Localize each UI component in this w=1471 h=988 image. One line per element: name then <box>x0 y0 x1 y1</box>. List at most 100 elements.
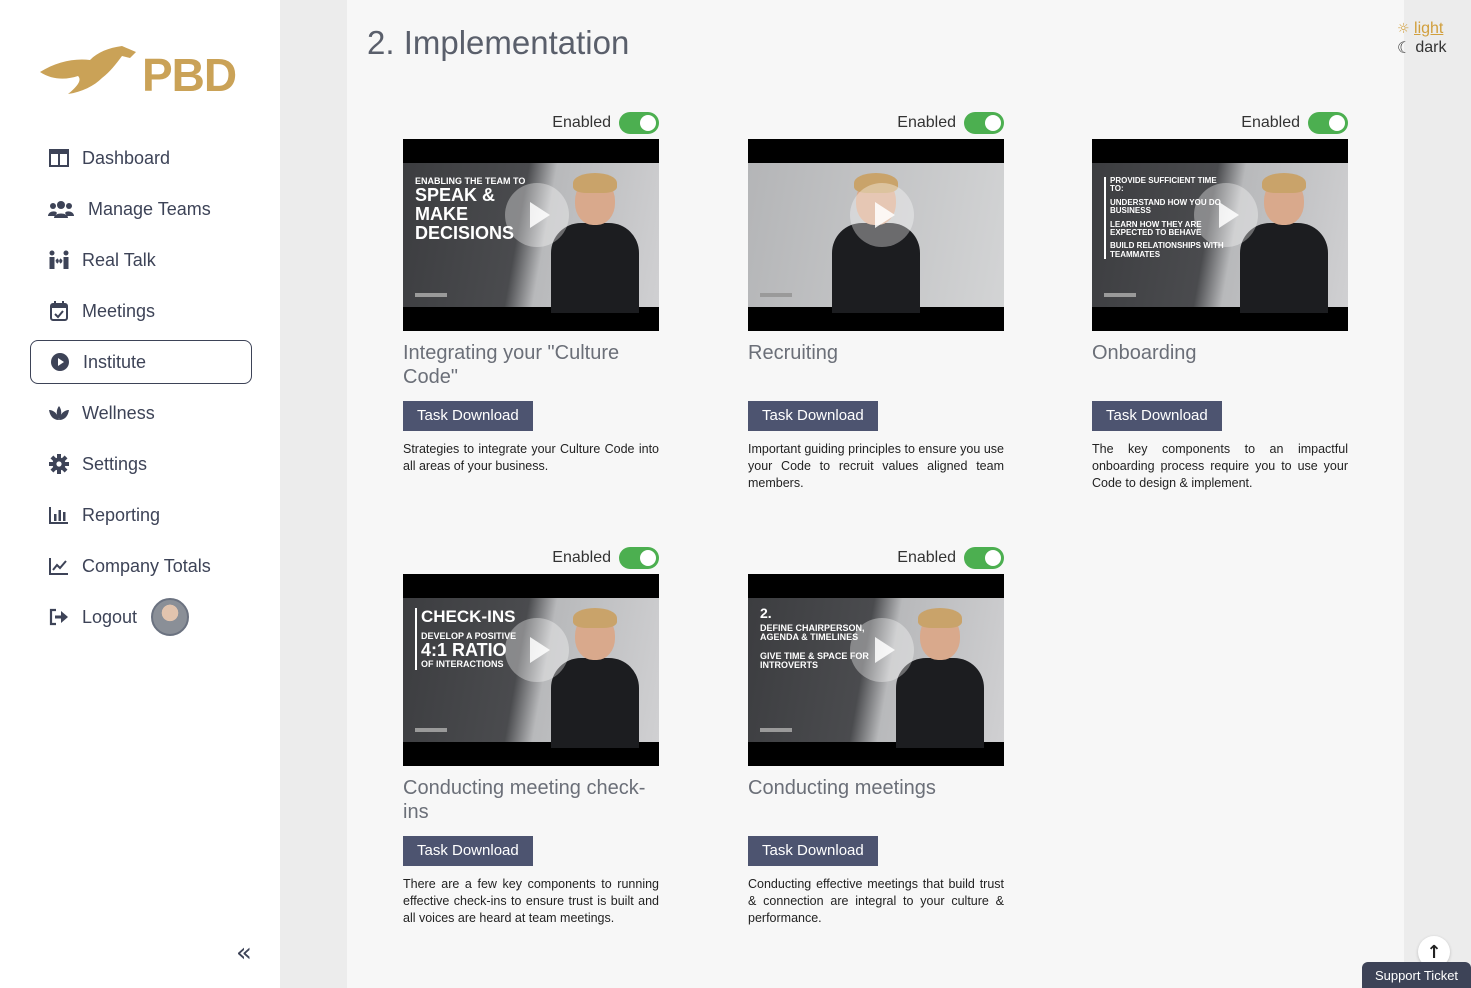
sun-icon: ☼ <box>1397 21 1410 37</box>
card-description: Important guiding principles to ensure y… <box>748 442 1004 490</box>
task-download-button[interactable]: Task Download <box>403 401 533 431</box>
gear-icon <box>48 453 70 475</box>
sidebar-item-meetings[interactable]: Meetings <box>30 289 252 333</box>
card-description: Conducting effective meetings that build… <box>748 877 1004 925</box>
enabled-toggle[interactable] <box>964 112 1004 134</box>
sidebar-item-wellness[interactable]: Wellness <box>30 391 252 435</box>
sidebar-item-label: Reporting <box>82 504 161 525</box>
theme-dark-label: dark <box>1415 39 1447 56</box>
play-icon[interactable] <box>505 183 569 247</box>
toggle-label: Enabled <box>897 114 956 131</box>
card-title: Onboarding <box>1092 342 1197 364</box>
sidebar-item-label: Dashboard <box>82 147 171 168</box>
moon-icon: ☾ <box>1397 38 1412 57</box>
enabled-toggle-row: Enabled <box>1092 111 1348 135</box>
support-ticket-button[interactable]: Support Ticket <box>1362 962 1471 988</box>
collapse-sidebar-button[interactable]: « <box>236 938 252 968</box>
play-icon[interactable] <box>850 618 914 682</box>
enabled-toggle-row: Enabled <box>403 111 659 135</box>
card-title: Conducting meetings <box>748 777 936 799</box>
watermark <box>760 728 792 732</box>
sidebar-item-logout[interactable]: Logout <box>30 595 252 639</box>
course-card: Enabled PROVIDE SUFFICIENT TIME TO: UNDE… <box>1092 111 1348 492</box>
caption-line: 2. <box>760 605 772 621</box>
task-download-button[interactable]: Task Download <box>748 401 878 431</box>
course-card: Enabled Recruiting Task Download Importa… <box>748 111 1004 492</box>
course-card: Enabled ENABLING THE TEAM TO SPEAK & MAK… <box>403 111 659 475</box>
video-player[interactable]: 2. DEFINE CHAIRPERSON, AGENDA & TIMELINE… <box>748 574 1004 766</box>
sidebar-item-label: Company Totals <box>82 555 211 576</box>
page-title: 2. Implementation <box>367 24 630 61</box>
avatar[interactable] <box>151 598 190 636</box>
sidebar-nav: Dashboard Manage Teams Real Talk Meeting… <box>30 136 252 646</box>
toggle-label: Enabled <box>552 114 611 131</box>
sidebar-item-label: Wellness <box>82 402 155 423</box>
enabled-toggle-row: Enabled <box>403 546 659 570</box>
horse-logo-icon <box>40 46 136 94</box>
bar-chart-icon <box>48 504 70 526</box>
people-arrows-icon <box>48 249 70 271</box>
enabled-toggle-row: Enabled <box>748 546 1004 570</box>
sidebar-item-label: Meetings <box>82 300 156 321</box>
columns-icon <box>48 147 70 169</box>
theme-light-label: light <box>1414 20 1444 37</box>
sidebar-item-reporting[interactable]: Reporting <box>30 493 252 537</box>
enabled-toggle-row: Enabled <box>748 111 1004 135</box>
sidebar-item-label: Real Talk <box>82 249 156 270</box>
play-icon[interactable] <box>505 618 569 682</box>
line-chart-icon <box>48 555 70 577</box>
sidebar-item-label: Settings <box>82 453 148 474</box>
card-description: The key components to an impactful onboa… <box>1092 442 1348 490</box>
sidebar-item-company-totals[interactable]: Company Totals <box>30 544 252 588</box>
play-icon[interactable] <box>1194 183 1258 247</box>
sidebar: PBD Dashboard Manage Teams Real Talk Mee… <box>0 0 280 988</box>
sidebar-item-label: Logout <box>82 606 138 627</box>
task-download-button[interactable]: Task Download <box>403 836 533 866</box>
lotus-icon <box>48 402 70 424</box>
course-card: Enabled 2. DEFINE CHAIRPERSON, AGENDA & … <box>748 546 1004 927</box>
video-player[interactable]: PROVIDE SUFFICIENT TIME TO: UNDERSTAND H… <box>1092 139 1348 331</box>
watermark <box>760 293 792 297</box>
play-circle-icon <box>49 351 71 373</box>
users-icon <box>48 198 74 220</box>
enabled-toggle[interactable] <box>1308 112 1348 134</box>
enabled-toggle[interactable] <box>619 547 659 569</box>
video-player[interactable] <box>748 139 1004 331</box>
play-icon[interactable] <box>850 183 914 247</box>
theme-dark-option[interactable]: ☾ dark <box>1397 38 1446 57</box>
sidebar-item-label: Manage Teams <box>88 198 211 219</box>
watermark <box>415 728 447 732</box>
toggle-label: Enabled <box>552 549 611 566</box>
enabled-toggle[interactable] <box>964 547 1004 569</box>
card-title: Integrating your "Culture Code" <box>403 342 620 388</box>
calendar-check-icon <box>48 300 70 322</box>
left-gutter <box>280 0 347 988</box>
sidebar-item-institute[interactable]: Institute <box>30 340 252 384</box>
task-download-button[interactable]: Task Download <box>1092 401 1222 431</box>
brand-name: PBD <box>142 49 237 101</box>
card-title: Recruiting <box>748 342 839 364</box>
enabled-toggle[interactable] <box>619 112 659 134</box>
task-download-button[interactable]: Task Download <box>748 836 878 866</box>
card-description: There are a few key components to runnin… <box>403 877 659 925</box>
watermark <box>415 293 447 297</box>
toggle-label: Enabled <box>897 549 956 566</box>
logo[interactable]: PBD <box>38 42 243 102</box>
video-player[interactable]: CHECK-INS DEVELOP A POSITIVE 4:1 RATIO O… <box>403 574 659 766</box>
sidebar-item-dashboard[interactable]: Dashboard <box>30 136 252 180</box>
video-player[interactable]: ENABLING THE TEAM TO SPEAK & MAKE DECISI… <box>403 139 659 331</box>
sidebar-item-label: Institute <box>83 351 147 372</box>
course-card: Enabled CHECK-INS DEVELOP A POSITIVE 4:1… <box>403 546 659 927</box>
arrow-up-icon: ↑ <box>1426 941 1442 963</box>
theme-light-option[interactable]: ☼ light <box>1397 20 1446 38</box>
sidebar-item-real-talk[interactable]: Real Talk <box>30 238 252 282</box>
sidebar-item-manage-teams[interactable]: Manage Teams <box>30 187 252 231</box>
card-title: Conducting meeting check-ins <box>403 777 646 823</box>
main-content: 2. Implementation Enabled ENABLING THE T… <box>347 0 1404 988</box>
toggle-label: Enabled <box>1241 114 1300 131</box>
theme-switch: ☼ light ☾ dark <box>1397 20 1446 57</box>
right-gutter <box>1404 0 1471 988</box>
watermark <box>1104 293 1136 297</box>
sidebar-item-settings[interactable]: Settings <box>30 442 252 486</box>
logout-icon <box>48 606 70 628</box>
